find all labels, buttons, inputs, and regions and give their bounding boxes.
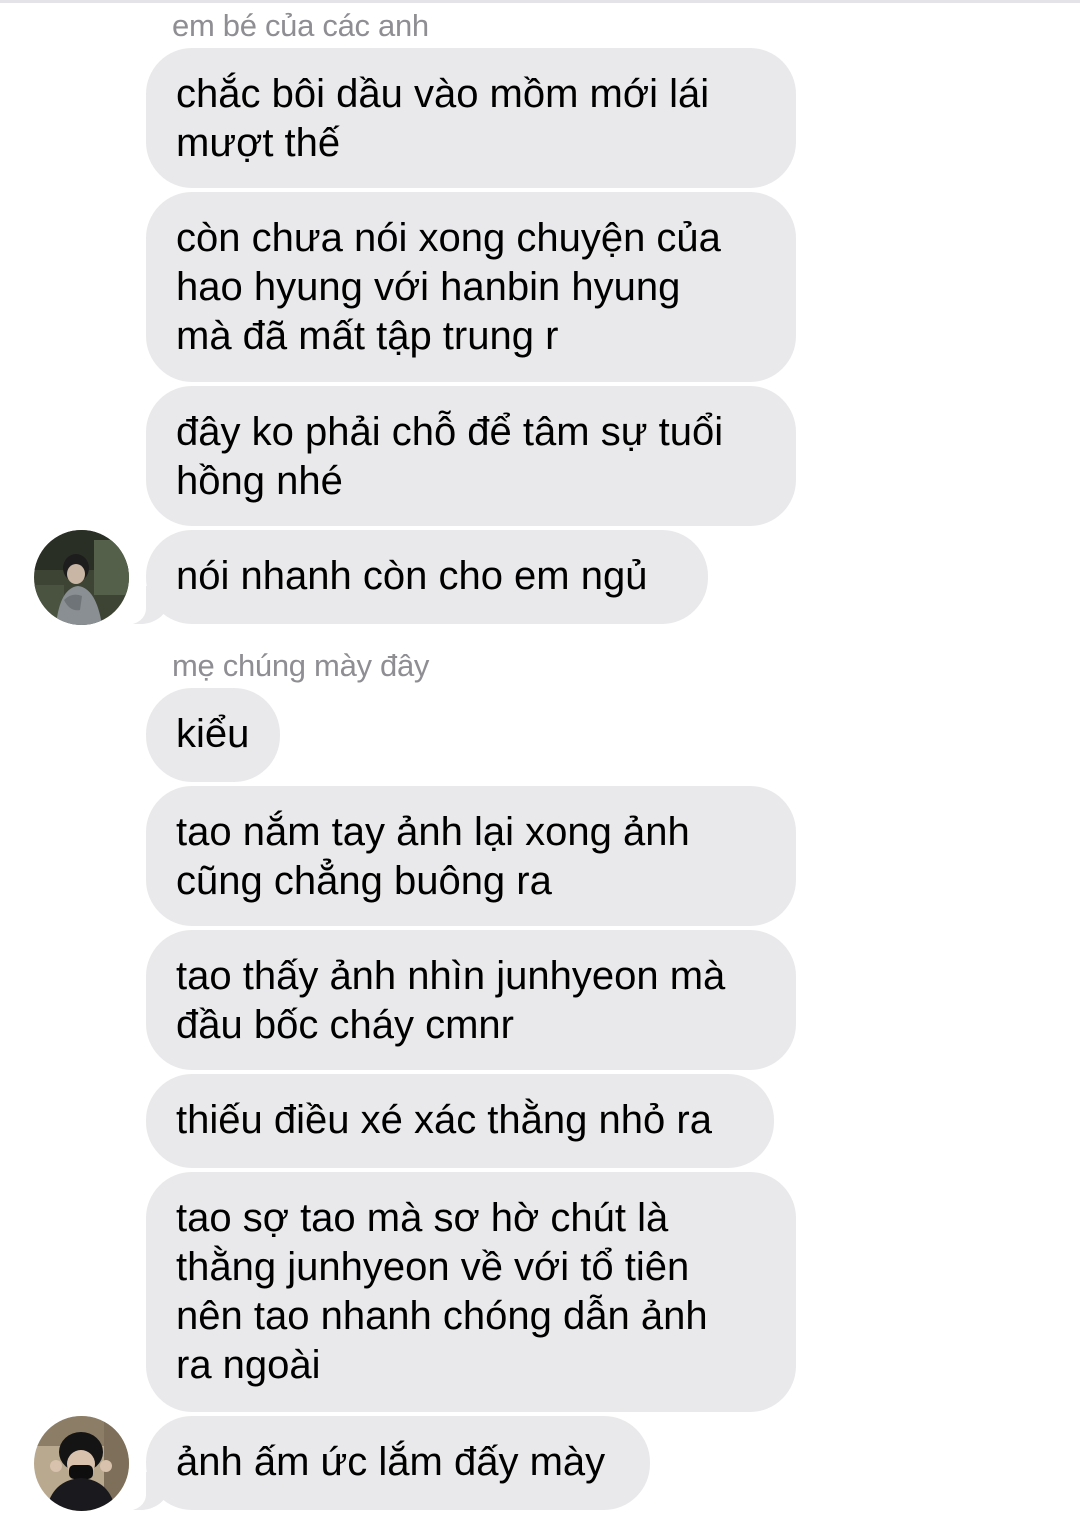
message-bubble[interactable]: đây ko phải chỗ để tâm sự tuổi hồng nhé	[146, 386, 796, 526]
message-bubble[interactable]: tao nắm tay ảnh lại xong ảnh cũng chẳng …	[146, 786, 796, 926]
message-bubble[interactable]: thiếu điều xé xác thằng nhỏ ra	[146, 1074, 774, 1168]
message-bubble[interactable]: tao thấy ảnh nhìn junhyeon mà đầu bốc ch…	[146, 930, 796, 1070]
message-bubble[interactable]: kiểu	[146, 688, 280, 782]
top-divider	[0, 0, 1080, 3]
message-bubble[interactable]: còn chưa nói xong chuyện của hao hyung v…	[146, 192, 796, 382]
message-bubble[interactable]: nói nhanh còn cho em ngủ	[116, 530, 708, 625]
avatar[interactable]	[34, 1416, 129, 1511]
sender-name: em bé của các anh	[172, 8, 429, 43]
message-bubble[interactable]: ảnh ấm ức lắm đấy mày	[116, 1416, 650, 1511]
user-photo-avatar-icon	[34, 530, 129, 625]
message-bubble[interactable]: tao sợ tao mà sơ hờ chút là thằng junhye…	[146, 1172, 796, 1412]
message-bubble[interactable]: chắc bôi dầu vào mồm mới lái mượt thế	[146, 48, 796, 188]
avatar[interactable]	[34, 530, 129, 625]
user-photo-avatar-masked-icon	[34, 1416, 129, 1511]
sender-name: mẹ chúng mày đây	[172, 648, 430, 683]
